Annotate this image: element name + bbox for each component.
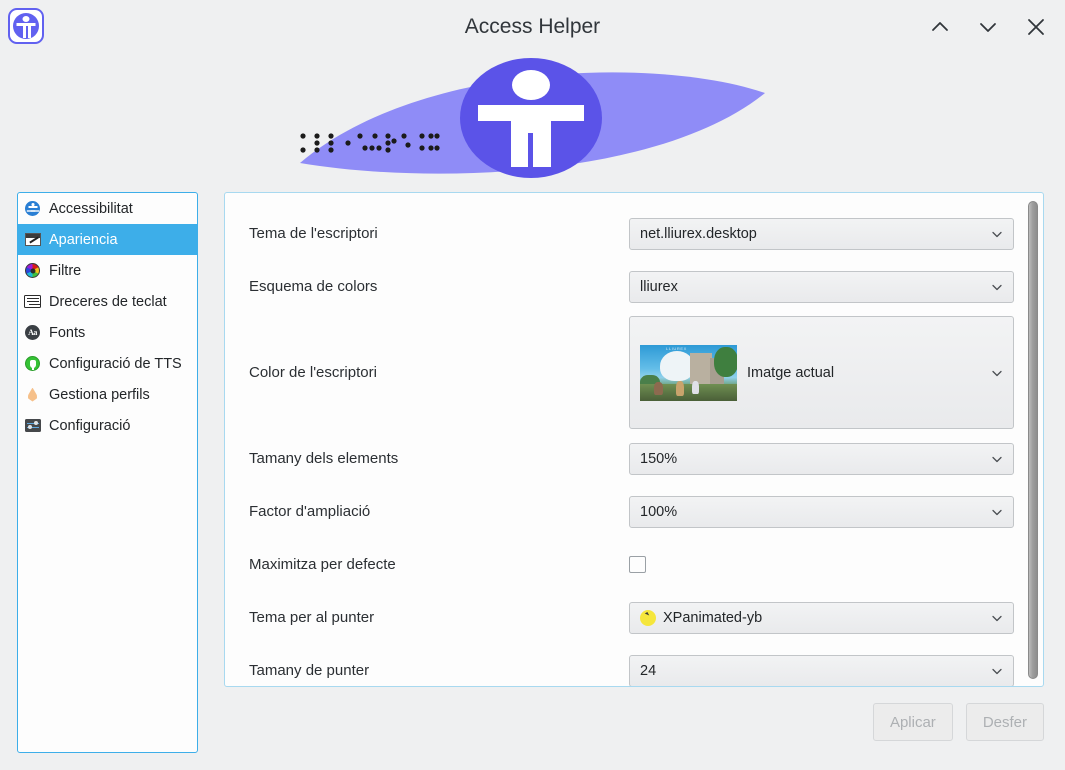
- wallpaper-watermark: LLIUREX: [666, 345, 687, 351]
- chevron-down-icon: [990, 664, 1004, 678]
- field-row-cursor-theme: Tema per al punter XPanimated-yb: [249, 591, 1025, 644]
- apply-button[interactable]: Aplicar: [872, 703, 953, 741]
- sidebar-item-configuracio[interactable]: Configuració: [18, 410, 197, 441]
- appearance-icon: [24, 231, 41, 248]
- sidebar-item-fonts[interactable]: Aa Fonts: [18, 317, 197, 348]
- cursor-theme-combo[interactable]: XPanimated-yb: [629, 601, 1014, 634]
- scrollbar-thumb[interactable]: [1028, 201, 1038, 679]
- desktop-theme-combo[interactable]: net.lliurex.desktop: [629, 217, 1014, 250]
- combo-value: net.lliurex.desktop: [640, 225, 757, 242]
- panel-scrollbar[interactable]: [1026, 197, 1040, 684]
- field-label: Tema per al punter: [249, 609, 375, 626]
- close-button[interactable]: [1021, 12, 1051, 42]
- settings-sliders-icon: [24, 417, 41, 434]
- field-row-maximize-default: Maximitza per defecte: [249, 538, 1025, 591]
- chevron-down-icon: [990, 452, 1004, 466]
- combo-value: lliurex: [640, 278, 678, 295]
- combo-value: XPanimated-yb: [663, 609, 763, 626]
- sidebar-item-apariencia[interactable]: Apariencia: [18, 224, 197, 255]
- profiles-drop-icon: [24, 386, 41, 403]
- footer-actions: Aplicar Desfer: [872, 703, 1044, 741]
- zoom-factor-combo[interactable]: 100%: [629, 495, 1014, 528]
- settings-panel: Tema de l'escriptori net.lliurex.desktop…: [224, 192, 1044, 687]
- field-row-element-size: Tamany dels elements 150%: [249, 432, 1025, 485]
- field-label: Tamany dels elements: [249, 450, 399, 467]
- fonts-icon: Aa: [24, 324, 41, 341]
- minimize-button[interactable]: [925, 12, 955, 42]
- sidebar-item-label: Apariencia: [49, 231, 118, 248]
- sidebar-item-label: Gestiona perfils: [49, 386, 150, 403]
- field-row-zoom-factor: Factor d'ampliació 100%: [249, 485, 1025, 538]
- app-icon: [8, 8, 44, 44]
- tts-icon: [24, 355, 41, 372]
- sidebar-item-filtre[interactable]: Filtre: [18, 255, 197, 286]
- wallpaper-thumbnail: LLIUREX: [640, 344, 737, 401]
- field-label: Esquema de colors: [249, 278, 378, 295]
- color-scheme-combo[interactable]: lliurex: [629, 270, 1014, 303]
- chevron-down-icon: [990, 227, 1004, 241]
- cursor-size-combo[interactable]: 24: [629, 654, 1014, 686]
- header-banner: [0, 53, 1065, 185]
- window-controls: [925, 0, 1051, 53]
- cursor-pointer-icon: [640, 609, 656, 626]
- sidebar-item-label: Configuració: [49, 417, 131, 434]
- field-label: Tamany de punter: [249, 662, 370, 679]
- title-bar: Access Helper: [0, 0, 1065, 53]
- sidebar-item-label: Configuració de TTS: [49, 355, 182, 372]
- sidebar-item-dreceres-de-teclat[interactable]: Dreceres de teclat: [18, 286, 197, 317]
- combo-value: 100%: [640, 503, 678, 520]
- sidebar-nav[interactable]: Accessibilitat Apariencia Filtre Drecere…: [17, 192, 198, 753]
- sidebar-item-label: Accessibilitat: [49, 200, 133, 217]
- sidebar-item-label: Filtre: [49, 262, 82, 279]
- field-label: Color de l'escriptori: [249, 364, 377, 381]
- maximize-by-default-checkbox[interactable]: [629, 556, 646, 573]
- settings-form: Tema de l'escriptori net.lliurex.desktop…: [225, 193, 1025, 686]
- sidebar-item-label: Fonts: [49, 324, 86, 341]
- chevron-down-icon: [990, 280, 1004, 294]
- sidebar-item-configuracio-de-tts[interactable]: Configuració de TTS: [18, 348, 197, 379]
- banner-artwork: [300, 58, 765, 178]
- field-row-desktop-color: Color de l'escriptori LLIUREX Imatge act…: [249, 313, 1025, 432]
- undo-button[interactable]: Desfer: [965, 703, 1044, 741]
- chevron-down-icon: [990, 366, 1004, 380]
- window-title: Access Helper: [464, 15, 601, 38]
- accessibility-person-icon: [13, 13, 39, 39]
- element-size-combo[interactable]: 150%: [629, 442, 1014, 475]
- field-label: Maximitza per defecte: [249, 556, 396, 573]
- sidebar-item-label: Dreceres de teclat: [49, 293, 167, 310]
- field-row-desktop-theme: Tema de l'escriptori net.lliurex.desktop: [249, 207, 1025, 260]
- desktop-wallpaper-combo[interactable]: LLIUREX Imatge actual: [629, 316, 1014, 429]
- field-label: Tema de l'escriptori: [249, 225, 378, 242]
- field-label: Factor d'ampliació: [249, 503, 371, 520]
- combo-value: Imatge actual: [747, 364, 835, 381]
- field-row-color-scheme: Esquema de colors lliurex: [249, 260, 1025, 313]
- field-row-cursor-size: Tamany de punter 24: [249, 644, 1025, 686]
- keyboard-icon: [24, 293, 41, 310]
- combo-value: 150%: [640, 450, 678, 467]
- accessibility-icon: [24, 200, 41, 217]
- sidebar-item-accessibilitat[interactable]: Accessibilitat: [18, 193, 197, 224]
- maximize-button[interactable]: [973, 12, 1003, 42]
- color-filter-icon: [24, 262, 41, 279]
- chevron-down-icon: [990, 611, 1004, 625]
- sidebar-item-gestiona-perfils[interactable]: Gestiona perfils: [18, 379, 197, 410]
- combo-value: 24: [640, 662, 657, 679]
- chevron-down-icon: [990, 505, 1004, 519]
